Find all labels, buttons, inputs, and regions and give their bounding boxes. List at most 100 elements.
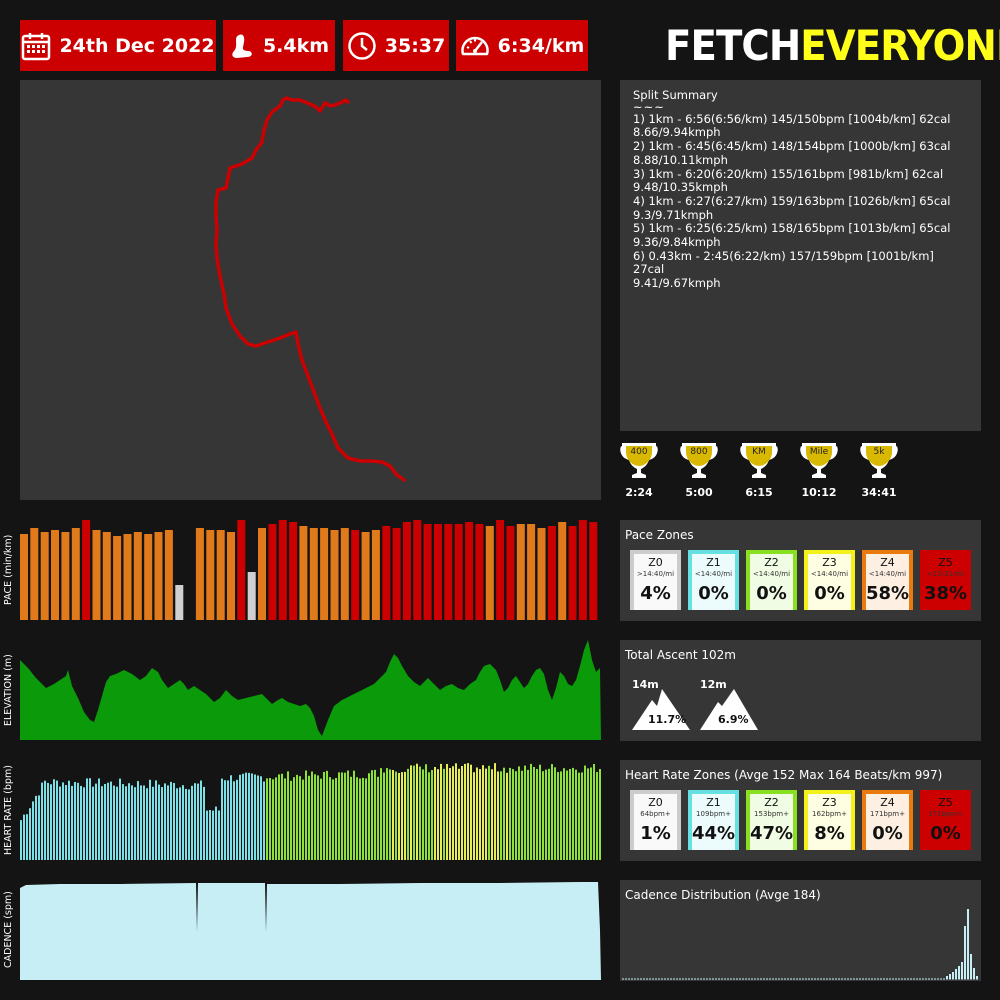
pace-bar bbox=[133, 532, 142, 620]
hr-bar bbox=[119, 778, 121, 860]
pace-bar bbox=[30, 528, 39, 620]
pace-bar bbox=[278, 520, 287, 620]
hr-bar bbox=[548, 768, 550, 860]
hr-bar bbox=[386, 768, 388, 860]
pace-bar bbox=[299, 526, 308, 620]
pace-text: 6:34/km bbox=[497, 34, 585, 57]
hr-bar bbox=[455, 763, 457, 860]
hr-bar bbox=[239, 774, 241, 860]
hr-bar bbox=[518, 766, 520, 860]
ascent-title: Total Ascent 102m bbox=[625, 648, 736, 662]
hr-bar bbox=[554, 767, 556, 860]
pace-bar bbox=[475, 524, 484, 620]
hr-bar bbox=[464, 763, 466, 860]
pace-bar bbox=[82, 520, 91, 620]
zone-percent: 8% bbox=[814, 823, 845, 844]
hr-bar bbox=[332, 779, 334, 860]
zone-threshold: <14:40/mi bbox=[810, 570, 849, 578]
zone-name: Z0 bbox=[648, 796, 663, 809]
hr-bar bbox=[407, 768, 409, 860]
hr-bar bbox=[410, 765, 412, 860]
hr-bar bbox=[530, 763, 532, 860]
zone-z2: Z2 <14:40/mi 0% bbox=[746, 550, 797, 610]
hr-bar bbox=[299, 776, 301, 860]
trophy-km: KM 6:15 bbox=[739, 440, 779, 499]
zone-threshold: >14:40/mi bbox=[636, 570, 675, 578]
hr-bar bbox=[80, 785, 82, 860]
hr-bar bbox=[215, 806, 217, 860]
zone-name: Z4 bbox=[880, 796, 895, 809]
hr-bar bbox=[419, 766, 421, 860]
pace-bar bbox=[361, 532, 370, 620]
zone-threshold: 109bpm+ bbox=[696, 810, 731, 818]
hr-bar bbox=[47, 782, 49, 860]
hr-bar bbox=[557, 772, 559, 860]
hr-bar bbox=[320, 778, 322, 860]
hr-bar bbox=[95, 783, 97, 860]
heart-rate-graph-canvas bbox=[20, 763, 601, 860]
hr-bar bbox=[212, 810, 214, 860]
hr-bar bbox=[431, 770, 433, 860]
pace-bar bbox=[227, 532, 235, 620]
split-line: 4) 1km - 6:27(6:27/km) 159/163bpm [1026b… bbox=[633, 193, 951, 208]
hr-bar bbox=[143, 785, 145, 860]
pace-bar bbox=[309, 528, 318, 620]
hr-bar bbox=[86, 778, 88, 860]
zone-name: Z2 bbox=[764, 556, 779, 569]
hr-bar bbox=[287, 771, 289, 860]
hr-zones-title: Heart Rate Zones (Avge 152 Max 164 Beats… bbox=[625, 768, 943, 782]
hr-bar bbox=[440, 763, 442, 860]
hr-bar bbox=[149, 779, 151, 860]
hr-bar bbox=[53, 779, 55, 860]
hr-bar bbox=[485, 768, 487, 860]
hr-bar bbox=[329, 777, 331, 860]
route-map[interactable] bbox=[20, 80, 601, 500]
zone-percent: 44% bbox=[692, 823, 736, 844]
hr-bar bbox=[311, 771, 313, 860]
split-line: 6) 0.43km - 2:45(6:22/km) 157/159bpm [10… bbox=[633, 248, 934, 277]
pace-bar bbox=[154, 532, 163, 620]
hr-bar bbox=[65, 785, 67, 860]
hr-bar bbox=[302, 779, 304, 860]
split-line: 9.48/10.35kmph bbox=[633, 180, 728, 195]
cadence-graph-canvas bbox=[20, 882, 601, 980]
hr-bar bbox=[68, 780, 70, 860]
pace-bar bbox=[568, 526, 577, 620]
hr-bar bbox=[524, 765, 526, 860]
hr-bar bbox=[488, 765, 490, 860]
hr-bar bbox=[371, 770, 373, 860]
zone-name: Z5 bbox=[938, 556, 953, 569]
hr-bar bbox=[437, 769, 439, 860]
split-line: 9.36/9.84kmph bbox=[633, 235, 721, 250]
hr-bar bbox=[341, 772, 343, 860]
hr-bar bbox=[569, 769, 571, 860]
pace-bar bbox=[320, 528, 329, 620]
date-chip: 24th Dec 2022 bbox=[20, 20, 216, 71]
pace-zones-title: Pace Zones bbox=[625, 528, 694, 542]
hr-bar bbox=[572, 767, 574, 860]
split-line: 9.41/9.67kmph bbox=[633, 276, 721, 291]
hr-bar bbox=[479, 769, 481, 860]
pace-bar bbox=[123, 534, 132, 620]
hr-bar bbox=[125, 786, 127, 860]
trophy-800: 800 5:00 bbox=[679, 440, 719, 499]
trophy-badge: 400 bbox=[630, 447, 648, 457]
hr-bar bbox=[89, 778, 91, 860]
pace-graph bbox=[20, 520, 601, 620]
hr-bar bbox=[176, 788, 178, 860]
elevation-graph-canvas bbox=[20, 640, 601, 740]
hr-bar bbox=[56, 780, 58, 860]
hr-bar bbox=[335, 778, 337, 860]
hr-bar bbox=[62, 782, 64, 860]
zone-z0: Z0 64bpm+ 1% bbox=[630, 790, 681, 850]
pace-bar bbox=[175, 585, 184, 620]
peak-1-grade: 11.7% bbox=[648, 713, 687, 726]
pace-bar bbox=[558, 522, 567, 620]
hr-bar bbox=[347, 770, 349, 860]
hr-bar bbox=[458, 768, 460, 860]
hr-bar bbox=[164, 783, 166, 860]
fetcheveryone-logo[interactable]: FETCHEVERYONE bbox=[665, 22, 1000, 70]
hr-bar bbox=[134, 787, 136, 860]
zone-percent: 1% bbox=[640, 823, 671, 844]
hr-bar bbox=[392, 770, 394, 860]
